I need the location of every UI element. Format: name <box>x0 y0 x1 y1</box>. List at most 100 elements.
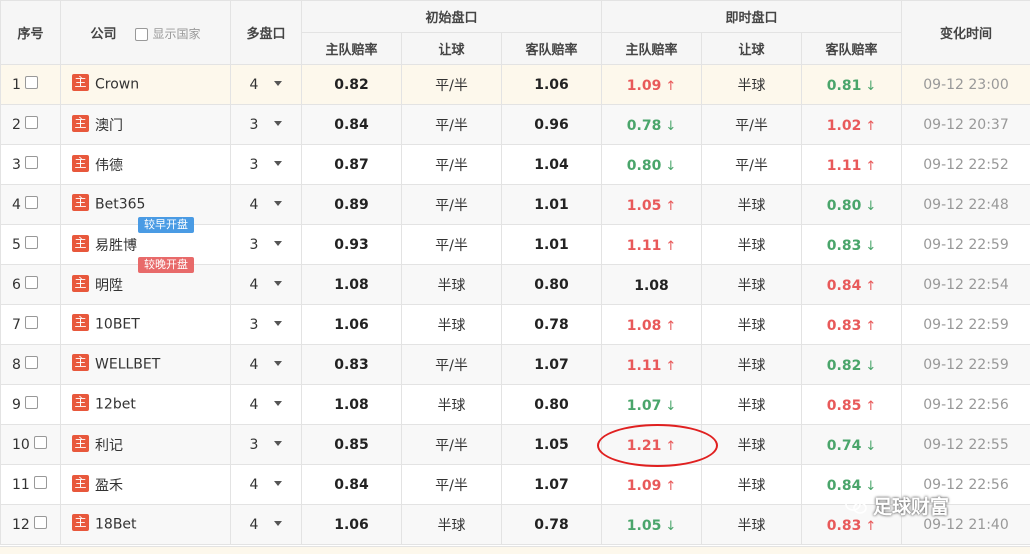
arrow-down-icon: ↓ <box>665 519 676 534</box>
multi-count: 4 <box>250 517 259 533</box>
wechat-icon <box>845 497 867 515</box>
company-name[interactable]: Bet365 <box>95 197 145 213</box>
multi-count: 3 <box>250 237 259 253</box>
open-time-tag: 较早开盘 <box>138 217 194 233</box>
caret-down-icon[interactable] <box>274 361 282 366</box>
live-away-odds-cell: 0.82↓ <box>802 345 902 385</box>
multi-count: 3 <box>250 437 259 453</box>
live-handicap: 平/半 <box>702 105 802 145</box>
header-live-home-odds: 主队赔率 <box>602 33 702 65</box>
multi-count: 3 <box>250 317 259 333</box>
multi-select[interactable]: 4 <box>231 345 302 385</box>
row-seq-cell: 8 <box>1 345 61 385</box>
row-seq-cell: 12 <box>1 505 61 545</box>
live-home-odds: 1.07 <box>627 398 662 414</box>
init-home-odds: 0.89 <box>302 185 402 225</box>
live-home-odds-cell: 1.05↓ <box>602 505 702 545</box>
caret-down-icon[interactable] <box>274 281 282 286</box>
table-row: 6主明陞较晚开盘41.08半球0.801.08半球0.84↑09-12 22:5… <box>1 265 1030 305</box>
multi-count: 4 <box>250 77 259 93</box>
caret-down-icon[interactable] <box>274 241 282 246</box>
live-handicap: 半球 <box>702 65 802 105</box>
init-home-odds: 1.06 <box>302 505 402 545</box>
company-name[interactable]: 利记 <box>95 438 123 454</box>
header-seq: 序号 <box>1 1 61 65</box>
live-away-odds-cell: 0.80↓ <box>802 185 902 225</box>
init-handicap: 半球 <box>402 305 502 345</box>
live-home-odds: 1.09 <box>627 478 662 494</box>
caret-down-icon[interactable] <box>274 441 282 446</box>
row-checkbox[interactable] <box>25 76 38 89</box>
row-checkbox[interactable] <box>25 236 38 249</box>
row-seq: 6 <box>12 277 21 293</box>
multi-select[interactable]: 4 <box>231 265 302 305</box>
company-name[interactable]: 12bet <box>95 397 136 413</box>
live-handicap: 半球 <box>702 265 802 305</box>
change-time: 09-12 22:54 <box>902 265 1030 305</box>
arrow-up-icon: ↑ <box>865 319 876 334</box>
live-away-odds-cell: 0.83↓ <box>802 225 902 265</box>
caret-down-icon[interactable] <box>274 121 282 126</box>
company-name[interactable]: 18Bet <box>95 517 137 533</box>
init-handicap: 平/半 <box>402 425 502 465</box>
live-handicap: 平/半 <box>702 145 802 185</box>
row-checkbox[interactable] <box>34 516 47 529</box>
live-handicap: 半球 <box>702 425 802 465</box>
company-name[interactable]: 易胜博 <box>95 238 137 254</box>
row-checkbox[interactable] <box>25 196 38 209</box>
live-away-odds: 0.81 <box>827 78 862 94</box>
multi-select[interactable]: 3 <box>231 425 302 465</box>
header-change-time: 变化时间 <box>902 1 1030 65</box>
live-home-odds: 1.05 <box>627 198 662 214</box>
row-checkbox[interactable] <box>25 396 38 409</box>
row-seq-cell: 1 <box>1 65 61 105</box>
company-name[interactable]: Crown <box>95 77 139 93</box>
live-home-odds-cell: 1.08↑ <box>602 305 702 345</box>
company-name[interactable]: 明陞 <box>95 278 123 294</box>
row-checkbox[interactable] <box>34 476 47 489</box>
arrow-up-icon: ↑ <box>865 399 876 414</box>
row-checkbox[interactable] <box>34 436 47 449</box>
multi-select[interactable]: 4 <box>231 385 302 425</box>
multi-select[interactable]: 3 <box>231 225 302 265</box>
row-checkbox[interactable] <box>25 316 38 329</box>
caret-down-icon[interactable] <box>274 321 282 326</box>
init-handicap: 平/半 <box>402 65 502 105</box>
company-name[interactable]: 伟德 <box>95 158 123 174</box>
multi-select[interactable]: 4 <box>231 505 302 545</box>
caret-down-icon[interactable] <box>274 161 282 166</box>
caret-down-icon[interactable] <box>274 521 282 526</box>
caret-down-icon[interactable] <box>274 481 282 486</box>
row-checkbox[interactable] <box>25 116 38 129</box>
init-home-odds: 0.84 <box>302 465 402 505</box>
caret-down-icon[interactable] <box>274 81 282 86</box>
company-name[interactable]: WELLBET <box>95 357 160 373</box>
header-init-handicap: 让球 <box>402 33 502 65</box>
caret-down-icon[interactable] <box>274 401 282 406</box>
row-seq-cell: 4 <box>1 185 61 225</box>
multi-select[interactable]: 4 <box>231 465 302 505</box>
init-away-odds: 0.80 <box>502 265 602 305</box>
live-handicap: 半球 <box>702 185 802 225</box>
header-live-group: 即时盘口 <box>602 1 902 33</box>
multi-select[interactable]: 4 <box>231 65 302 105</box>
multi-select[interactable]: 3 <box>231 305 302 345</box>
multi-select[interactable]: 4 <box>231 185 302 225</box>
multi-select[interactable]: 3 <box>231 145 302 185</box>
company-name[interactable]: 10BET <box>95 317 140 333</box>
live-home-odds: 0.80 <box>627 158 662 174</box>
row-checkbox[interactable] <box>25 156 38 169</box>
company-name[interactable]: 盈禾 <box>95 478 123 494</box>
arrow-up-icon: ↑ <box>665 359 676 374</box>
row-checkbox[interactable] <box>25 356 38 369</box>
arrow-up-icon: ↑ <box>665 79 676 94</box>
row-seq-cell: 11 <box>1 465 61 505</box>
company-name[interactable]: 澳门 <box>95 118 123 134</box>
caret-down-icon[interactable] <box>274 201 282 206</box>
multi-select[interactable]: 3 <box>231 105 302 145</box>
change-time: 09-12 22:59 <box>902 305 1030 345</box>
show-country-checkbox[interactable] <box>135 28 148 41</box>
init-away-odds: 1.05 <box>502 425 602 465</box>
init-handicap: 平/半 <box>402 225 502 265</box>
row-checkbox[interactable] <box>25 276 38 289</box>
